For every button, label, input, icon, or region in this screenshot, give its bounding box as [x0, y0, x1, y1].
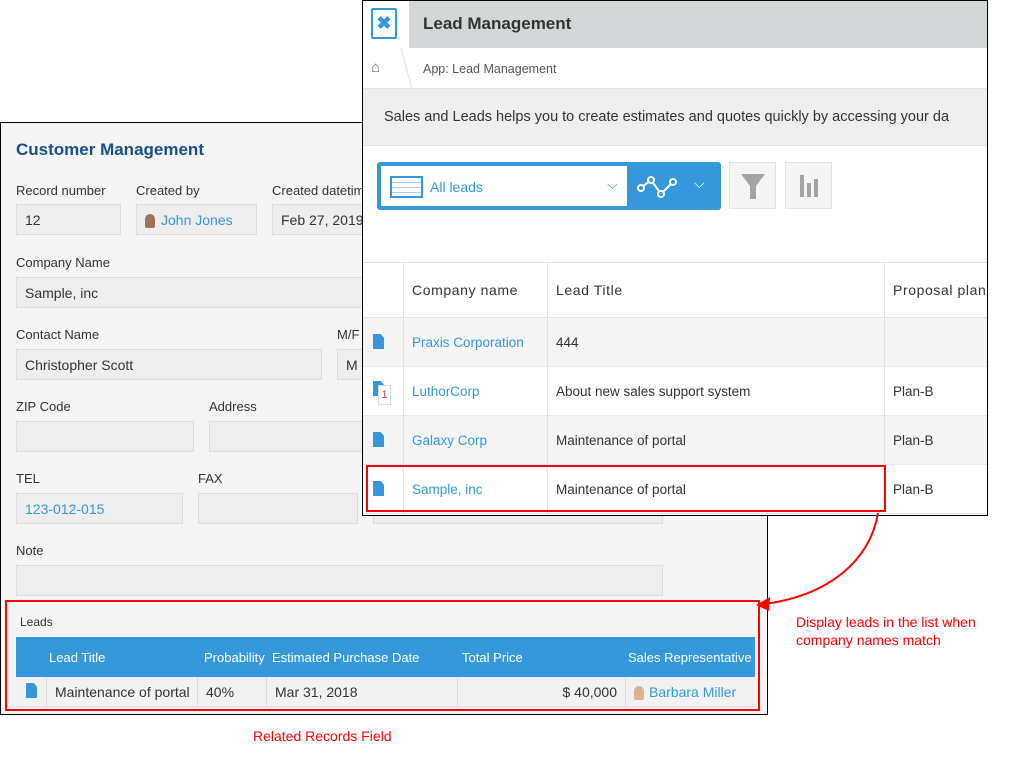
annotation-line: Display leads in the list when	[796, 613, 976, 631]
annotation-match-note: Display leads in the list when company n…	[796, 613, 976, 649]
annotation-line: company names match	[796, 631, 976, 649]
related-records-caption: Related Records Field	[253, 728, 392, 744]
